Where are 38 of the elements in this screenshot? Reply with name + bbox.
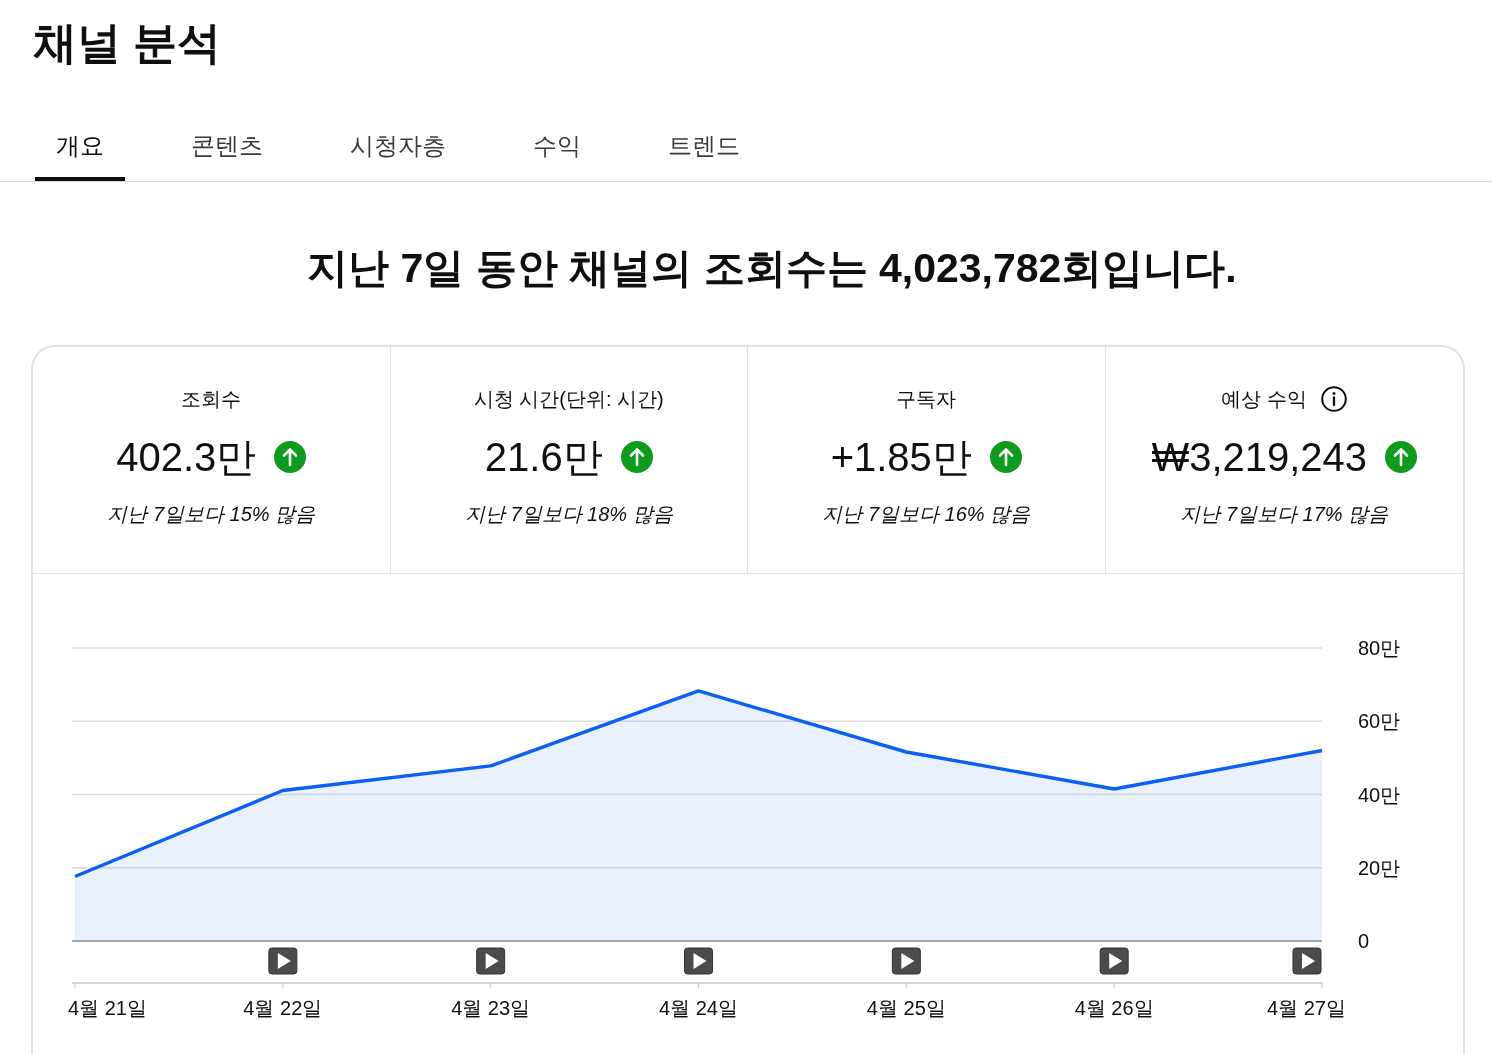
y-axis-label: 20만 (1358, 856, 1401, 879)
metric-comparison: 지난 7일보다 18% 많음 (464, 502, 673, 527)
tab[interactable]: 수익 (512, 113, 602, 181)
metric-comparison: 지난 7일보다 15% 많음 (107, 502, 316, 527)
play-icon[interactable] (1292, 947, 1322, 975)
y-axis-label: 80만 (1358, 637, 1401, 659)
metric-comparison: 지난 7일보다 17% 많음 (1180, 502, 1389, 527)
x-axis-label: 4월 21일 (68, 997, 147, 1019)
x-axis-label: 4월 22일 (243, 997, 323, 1019)
metric-label: 구독자 (896, 387, 957, 412)
play-icon[interactable] (476, 947, 506, 975)
y-axis-label: 0 (1358, 930, 1370, 952)
info-icon[interactable] (1321, 386, 1348, 412)
x-axis-label: 4월 23일 (451, 997, 531, 1019)
tab[interactable]: 시청자층 (329, 113, 467, 181)
tab[interactable]: 트렌드 (647, 113, 761, 181)
metric-label: 시청 시간(단위: 시간) (473, 387, 664, 412)
play-icon[interactable] (684, 947, 713, 975)
summary-headline: 지난 7일 동안 채널의 조회수는 4,023,782회입니다. (307, 244, 1237, 293)
metric-label: 조회수 (181, 387, 242, 412)
metric-value: 402.3만 (116, 434, 257, 481)
x-axis-label: 4월 27일 (1267, 997, 1346, 1019)
play-icon[interactable] (891, 947, 921, 975)
metric-value: ₩3,219,243 (1151, 434, 1368, 481)
tab[interactable]: 콘텐츠 (170, 113, 284, 181)
x-axis-label: 4월 26일 (1074, 997, 1154, 1019)
x-axis-label: 4월 24일 (659, 997, 738, 1019)
y-axis-label: 60만 (1358, 710, 1401, 733)
play-icon[interactable] (1099, 947, 1129, 975)
metric-label: 예상 수익 (1221, 387, 1308, 412)
tab[interactable]: 개요 (35, 113, 125, 181)
play-icon[interactable] (268, 947, 298, 975)
y-axis-label: 40만 (1358, 783, 1401, 806)
metric-value: +1.85만 (830, 434, 972, 481)
metric-comparison: 지난 7일보다 16% 많음 (822, 502, 1031, 527)
x-axis-label: 4월 25일 (866, 997, 946, 1019)
metric-value: 21.6만 (484, 434, 603, 481)
page-title: 채널 분석 (33, 17, 222, 69)
